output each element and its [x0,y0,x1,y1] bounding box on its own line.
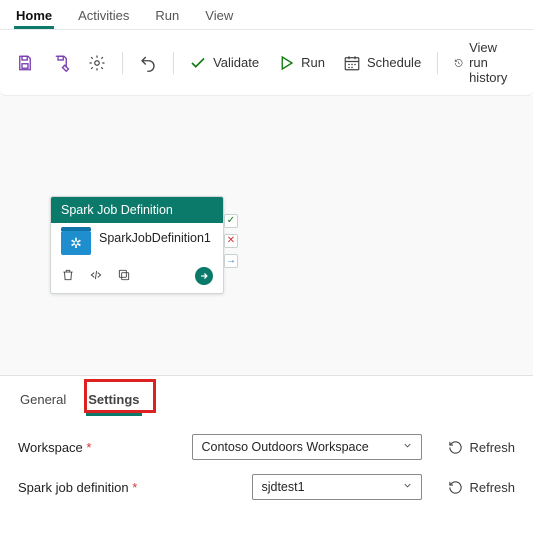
refresh-label: Refresh [469,440,515,455]
gear-icon [88,54,106,72]
trash-icon [61,268,75,282]
settings-button[interactable] [82,50,112,76]
workspace-select[interactable]: Contoso Outdoors Workspace [192,434,422,460]
menu-tab-activities[interactable]: Activities [76,4,131,29]
property-tabs: General Settings [0,376,533,420]
history-label: View run history [469,40,517,85]
menu-tab-home[interactable]: Home [14,4,54,29]
save-as-icon [52,54,70,72]
toolbar: Validate Run Schedule View run history [0,30,533,96]
toolbar-separator [173,52,174,74]
menu-tab-view[interactable]: View [203,4,235,29]
node-footer [51,263,223,293]
required-marker: * [86,440,91,455]
required-marker: * [132,480,137,495]
node-fail-port[interactable]: ✕ [224,234,238,248]
node-body: ✲ SparkJobDefinition1 [51,223,223,263]
validate-button[interactable]: Validate [183,50,265,76]
toolbar-separator [437,52,438,74]
node-skip-port[interactable]: → [224,254,238,268]
schedule-button[interactable]: Schedule [337,50,427,76]
refresh-icon [448,480,463,495]
workspace-row: Workspace * Contoso Outdoors Workspace R… [18,434,515,460]
run-label: Run [301,55,325,70]
node-run-button[interactable] [195,267,213,285]
run-button[interactable]: Run [271,50,331,76]
check-icon [189,54,207,72]
spark-row: Spark job definition * sjdtest1 Refresh [18,474,515,500]
workspace-refresh-button[interactable]: Refresh [448,440,515,455]
pipeline-canvas[interactable]: Spark Job Definition ✲ SparkJobDefinitio… [0,96,533,376]
spark-job-node[interactable]: Spark Job Definition ✲ SparkJobDefinitio… [50,196,224,294]
refresh-icon [448,440,463,455]
menu-tab-run[interactable]: Run [153,4,181,29]
node-title: SparkJobDefinition1 [99,231,211,247]
workspace-label: Workspace * [18,440,182,455]
spark-select[interactable]: sjdtest1 [252,474,422,500]
copy-icon [117,268,131,282]
node-success-port[interactable]: ✓ [224,214,238,228]
code-node-button[interactable] [89,268,103,285]
workspace-value: Contoso Outdoors Workspace [201,440,368,454]
schedule-label: Schedule [367,55,421,70]
spark-icon: ✲ [61,231,91,255]
menu-tabs: Home Activities Run View [0,0,533,30]
copy-node-button[interactable] [117,268,131,285]
tab-settings[interactable]: Settings [86,388,141,416]
code-icon [89,268,103,282]
spark-label-text: Spark job definition [18,480,129,495]
save-icon [16,54,34,72]
save-button[interactable] [10,50,40,76]
settings-form: Workspace * Contoso Outdoors Workspace R… [0,420,533,524]
toolbar-separator [122,52,123,74]
spark-label: Spark job definition * [18,480,182,495]
workspace-label-text: Workspace [18,440,83,455]
node-header: Spark Job Definition [51,197,223,223]
node-status-markers: ✓ ✕ → [224,214,238,268]
chevron-down-icon [402,440,413,454]
spark-refresh-button[interactable]: Refresh [448,480,515,495]
chevron-down-icon [402,480,413,494]
delete-node-button[interactable] [61,268,75,285]
refresh-label: Refresh [469,480,515,495]
play-icon [277,54,295,72]
history-icon [454,54,463,72]
calendar-icon [343,54,361,72]
validate-label: Validate [213,55,259,70]
tab-general[interactable]: General [18,388,68,416]
undo-button[interactable] [133,50,163,76]
view-history-button[interactable]: View run history [448,36,523,89]
undo-icon [139,54,157,72]
save-as-button[interactable] [46,50,76,76]
arrow-right-icon [199,271,209,281]
spark-value: sjdtest1 [261,480,304,494]
